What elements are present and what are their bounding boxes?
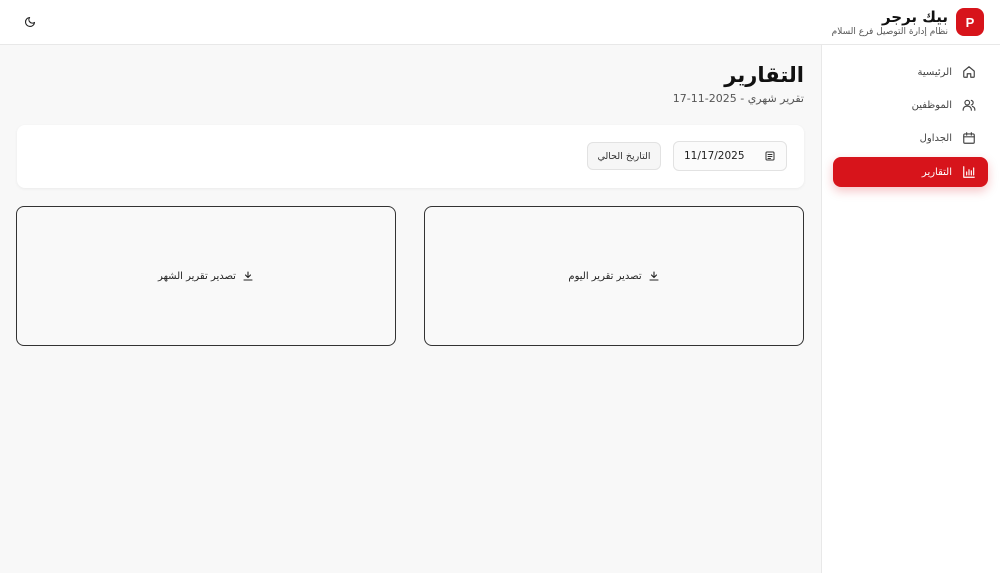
calendar-icon bbox=[962, 131, 976, 145]
calendar-picker-icon[interactable] bbox=[764, 150, 776, 162]
main-content: التقارير تقرير شهري - 2025-11-17 11/17/2… bbox=[0, 45, 821, 573]
sidebar-item-employees[interactable]: الموظفين bbox=[833, 90, 988, 120]
sidebar-item-schedules[interactable]: الجداول bbox=[833, 123, 988, 153]
app-root: P بيك برجر نظام إدارة التوصيل فرع السلام… bbox=[0, 0, 1000, 573]
page-subtitle: تقرير شهري - 2025-11-17 bbox=[672, 92, 804, 105]
export-today-label: تصدير تقرير اليوم bbox=[568, 270, 642, 282]
sidebar-item-label: الموظفين bbox=[911, 99, 952, 111]
brand-name: بيك برجر bbox=[881, 8, 948, 26]
brand-logo: P bbox=[956, 8, 984, 36]
sidebar: الرئيسية الموظفين الجداول التقارير bbox=[821, 45, 1000, 573]
theme-toggle-button[interactable] bbox=[20, 12, 40, 32]
sidebar-item-reports[interactable]: التقارير bbox=[833, 157, 988, 187]
export-month-report-button[interactable]: تصدير تقرير الشهر bbox=[16, 206, 396, 346]
sidebar-item-label: التقارير bbox=[921, 166, 952, 178]
download-icon bbox=[242, 270, 254, 282]
moon-icon bbox=[24, 16, 36, 28]
sidebar-item-label: الرئيسية bbox=[917, 66, 952, 78]
export-month-label: تصدير تقرير الشهر bbox=[158, 270, 236, 282]
date-value: 11/17/2025 bbox=[684, 150, 745, 162]
top-header: P بيك برجر نظام إدارة التوصيل فرع السلام bbox=[0, 0, 1000, 45]
sidebar-item-label: الجداول bbox=[919, 132, 952, 144]
users-icon bbox=[962, 98, 976, 112]
brand-subtitle: نظام إدارة التوصيل فرع السلام bbox=[831, 27, 948, 37]
export-today-report-button[interactable]: تصدير تقرير اليوم bbox=[424, 206, 804, 346]
brand-initial: P bbox=[965, 14, 975, 30]
date-input[interactable]: 11/17/2025 bbox=[673, 141, 787, 171]
date-filter-card: 11/17/2025 التاريخ الحالي bbox=[17, 125, 804, 188]
sidebar-item-home[interactable]: الرئيسية bbox=[833, 57, 988, 87]
home-icon bbox=[962, 65, 976, 79]
page-title: التقارير bbox=[724, 63, 804, 87]
bar-chart-icon bbox=[962, 165, 976, 179]
current-date-button[interactable]: التاريخ الحالي bbox=[587, 142, 661, 170]
download-icon bbox=[648, 270, 660, 282]
brand-text: بيك برجر نظام إدارة التوصيل فرع السلام bbox=[832, 8, 948, 38]
